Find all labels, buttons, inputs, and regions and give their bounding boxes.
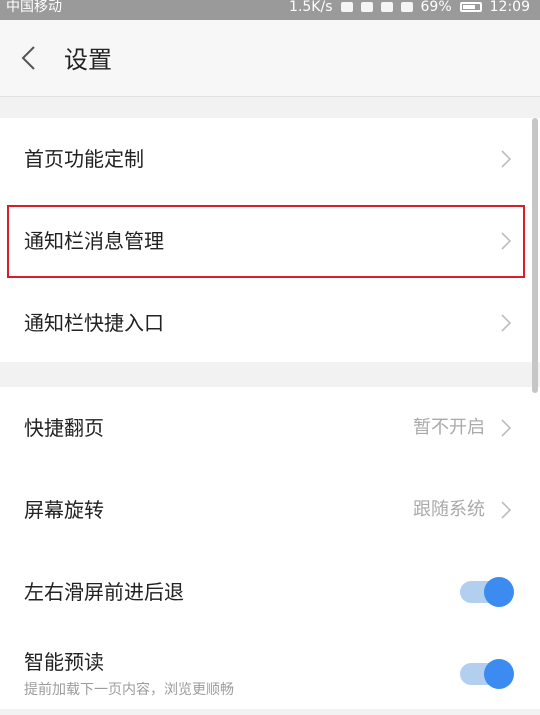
back-icon[interactable] [16,44,44,72]
chevron-right-icon [501,419,512,437]
chevron-right-icon [501,501,512,519]
wifi-icon [380,2,393,12]
toggle-knob [484,577,514,607]
toggle-knob [484,659,514,689]
settings-row-notification-message-mgmt[interactable]: 通知栏消息管理 [0,200,540,282]
row-label: 通知栏快捷入口 [24,311,164,335]
row-label: 通知栏消息管理 [24,229,164,253]
row-sublabel: 提前加载下一页内容，浏览更顺畅 [24,682,234,698]
settings-row-screen-rotation[interactable]: 屏幕旋转 跟随系统 [0,469,540,551]
carrier-name: 中国移动 [6,0,62,15]
row-label: 屏幕旋转 [24,498,104,522]
signal-icon [400,2,413,12]
vibrate-icon [340,2,353,12]
row-value: 跟随系统 [413,499,485,520]
settings-row-swipe-nav: 左右滑屏前进后退 [0,551,540,633]
clock: 12:09 [489,0,530,15]
nav-bar: 设置 [0,20,540,97]
row-label: 左右滑屏前进后退 [24,580,184,604]
chevron-right-icon [501,232,512,250]
chevron-right-icon [501,314,512,332]
row-label: 智能预读 [24,650,104,674]
settings-row-quick-page-turn[interactable]: 快捷翻页 暂不开启 [0,387,540,469]
settings-group-notifications: 首页功能定制 通知栏消息管理 通知栏快捷入口 [0,118,540,362]
battery-percent: 69% [420,0,452,15]
settings-row-smart-preread: 智能预读 提前加载下一页内容，浏览更顺畅 [0,633,540,715]
settings-group-browsing: 快捷翻页 暂不开启 屏幕旋转 跟随系统 左右滑屏前进后退 智能预读 提前加载下一… [0,387,540,709]
network-speed: 1.5K/s [289,0,333,15]
row-label: 快捷翻页 [24,416,104,440]
row-value: 暂不开启 [413,417,485,438]
smart-preread-toggle[interactable] [460,659,514,689]
settings-row-notification-shortcut[interactable]: 通知栏快捷入口 [0,282,540,364]
chevron-right-icon [501,150,512,168]
status-bar: 中国移动 1.5K/s 69% 12:09 [0,0,540,20]
settings-row-homepage-customize[interactable]: 首页功能定制 [0,118,540,200]
row-label: 首页功能定制 [24,147,144,171]
status-indicators: 1.5K/s 69% 12:09 [289,0,530,14]
page-title: 设置 [64,46,112,74]
swipe-nav-toggle[interactable] [460,577,514,607]
alarm-icon [360,2,373,12]
battery-icon [459,2,482,12]
scrollbar[interactable] [532,118,538,393]
